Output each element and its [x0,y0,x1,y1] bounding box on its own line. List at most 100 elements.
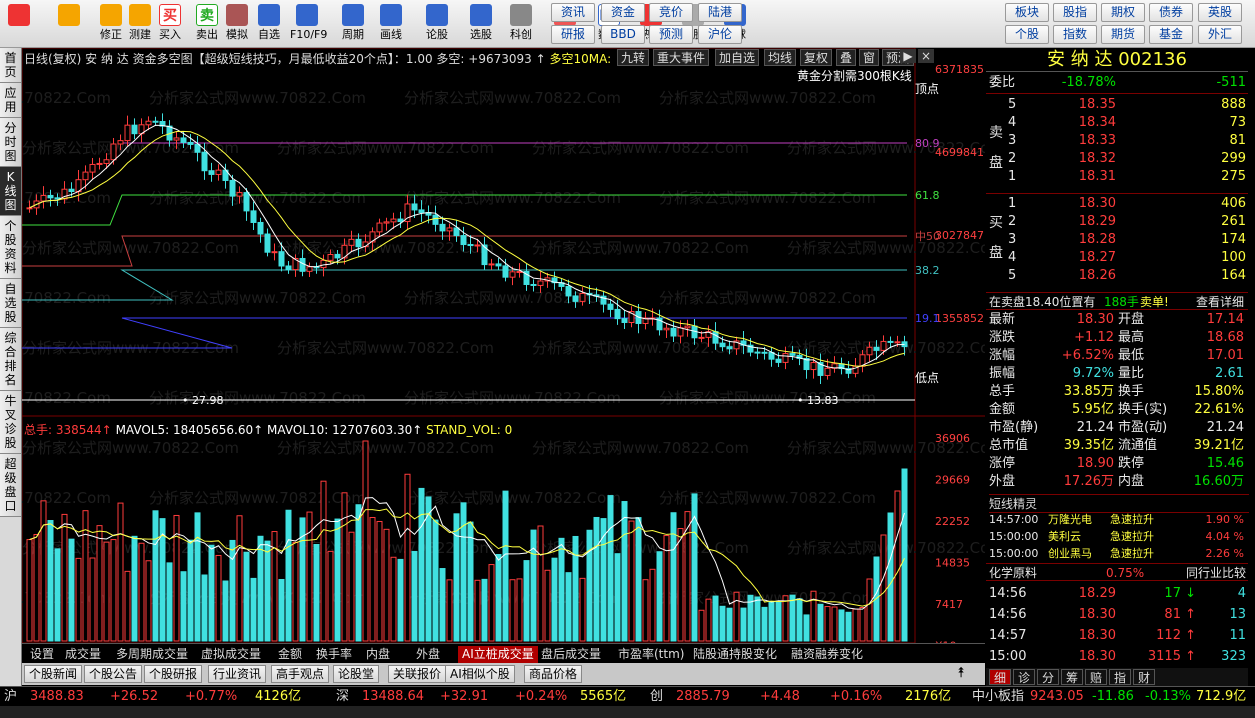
sidebar-item-6[interactable]: 综合排名 [0,328,21,391]
chart-top-button-0[interactable]: 九转 [617,49,650,66]
watermark: 分析家公式网www.70822.Com [404,289,621,307]
zx-change: -11.86 [1092,689,1134,704]
right-bottom-tab-0[interactable]: 细 [989,669,1011,685]
quick-button-5[interactable]: BBD [601,25,645,44]
toolbar-back-arrow-button[interactable] [52,2,86,46]
indicator-tab-4[interactable]: 金额 [274,646,306,663]
vol-total: 总手: 338544↑ [24,423,112,437]
indicator-tab-3[interactable]: 虚拟成交量 [197,646,265,663]
watermark: 分析家公式网www.70822.Com [404,489,621,507]
sidebar-item-5[interactable]: 自选股 [0,279,21,328]
toolbar-grid-button[interactable] [2,2,36,46]
indicator-tab-2[interactable]: 多周期成交量 [112,646,192,663]
indicator-tab-10[interactable]: 市盈率(ttm) [614,646,688,663]
cy-label[interactable]: 创 [650,687,663,706]
tick-vol: 81 ↑ [1164,607,1196,622]
close-icon[interactable]: × [918,49,934,63]
chart-top-button-4[interactable]: 复权 [800,49,833,66]
quick-button-0[interactable]: 资讯 [551,3,595,22]
chart-top-button-6[interactable]: 窗 [859,49,880,66]
chart-top-button-3[interactable]: 均线 [764,49,797,66]
candle-body [887,340,894,343]
toolbar-sell-button[interactable]: 卖卖出 [190,2,224,46]
toolbar-period-button[interactable]: 周期 [336,2,370,46]
right-bottom-tab-1[interactable]: 诊 [1013,669,1035,685]
zx-label[interactable]: 中小板指 [972,687,1024,706]
candle-body [614,308,621,320]
sidebar-item-4[interactable]: 个股资料 [0,216,21,279]
quick-button-8[interactable]: 板块 [1005,3,1049,22]
info-tab-4[interactable]: 高手观点 [271,665,330,683]
quick-button-16[interactable]: 基金 [1149,25,1193,44]
quick-button-14[interactable]: 指数 [1053,25,1097,44]
indicator-tab-12[interactable]: 融资融券变化 [787,646,867,663]
sidebar-item-2[interactable]: 分时图 [0,118,21,167]
info-tab-8[interactable]: 商品价格 [524,665,583,683]
info-tab-5[interactable]: 论股堂 [333,665,380,683]
sidebar-item-3[interactable]: K线图 [0,167,21,216]
sidebar-item-0[interactable]: 首页 [0,48,21,83]
kline-chart-svg[interactable]: 分析家公式网www.70822.Com 分析家公式网www.70822.Com 分析… [22,48,985,643]
right-bottom-tab-5[interactable]: 指 [1109,669,1131,685]
right-bottom-tab-4[interactable]: 赔 [1085,669,1107,685]
quick-button-13[interactable]: 个股 [1005,25,1049,44]
sidebar-item-8[interactable]: 超级盘口 [0,454,21,517]
toolbar-f10-button[interactable]: F10/F9 [290,2,327,46]
quick-button-7[interactable]: 沪伦 [698,25,742,44]
kline-chart-panel[interactable]: 分析家公式网www.70822.Com 分析家公式网www.70822.Com 分析… [22,48,985,643]
info-tab-2[interactable]: 个股研报 [144,665,203,683]
quick-button-17[interactable]: 外汇 [1198,25,1242,44]
quick-button-1[interactable]: 资金 [601,3,645,22]
quick-button-12[interactable]: 英股 [1198,3,1242,22]
quick-button-11[interactable]: 债券 [1149,3,1193,22]
chart-nav-icons: ▶ × [900,49,940,66]
indicator-tab-7[interactable]: 外盘 [412,646,444,663]
info-tab-7[interactable]: AI相似个股 [445,665,515,683]
indicator-tab-9[interactable]: 盘后成交量 [537,646,605,663]
info-tab-1[interactable]: 个股公告 [84,665,143,683]
right-bottom-tab-3[interactable]: 筹 [1061,669,1083,685]
toolbar-gavel-button[interactable]: 模拟 [220,2,254,46]
quick-button-3[interactable]: 陆港 [698,3,742,22]
quick-button-10[interactable]: 期权 [1101,3,1145,22]
quick-button-2[interactable]: 竞价 [649,3,693,22]
toolbar-kc-button[interactable]: 科创 [504,2,538,46]
chart-top-button-1[interactable]: 重大事件 [653,49,710,66]
sell-level: 1 [1008,169,1017,184]
quick-button-4[interactable]: 研报 [551,25,595,44]
sidebar-item-7[interactable]: 牛叉诊股 [0,391,21,454]
volume-bar [278,578,285,642]
toolbar-discuss-button[interactable]: 论股 [420,2,454,46]
right-bottom-tab-6[interactable]: 财 [1133,669,1155,685]
sz-label[interactable]: 深 [336,687,349,706]
toolbar-clock-button[interactable]: 测建 [123,2,157,46]
indicator-tab-11[interactable]: 陆股通持股变化 [689,646,781,663]
sh-label[interactable]: 沪 [4,687,17,706]
indicator-tab-0[interactable]: 设置 [26,646,58,663]
price-axis-label: 6371835 [935,63,984,76]
info-tab-6[interactable]: 关联报价 [388,665,447,683]
toolbar-buy-button[interactable]: 买买入 [153,2,187,46]
candle-body [68,188,75,193]
indicator-tab-5[interactable]: 换手率 [312,646,356,663]
indicator-tab-1[interactable]: 成交量 [61,646,105,663]
toolbar-select-stock-button[interactable]: 选股 [464,2,498,46]
quick-button-6[interactable]: 预测 [649,25,693,44]
candle-body [264,233,271,253]
next-icon[interactable]: ▶ [900,49,916,63]
line [986,93,1248,94]
info-tab-0[interactable]: 个股新闻 [24,665,83,683]
right-bottom-tab-2[interactable]: 分 [1037,669,1059,685]
collapse-icon[interactable]: ⯭ [957,665,965,681]
info-tab-3[interactable]: 行业资讯 [208,665,267,683]
toolbar-star-button[interactable]: 自选 [252,2,286,46]
quick-button-9[interactable]: 股指 [1053,3,1097,22]
toolbar-draw-button[interactable]: 画线 [374,2,408,46]
chart-top-button-5[interactable]: 叠 [836,49,857,66]
quick-button-15[interactable]: 期货 [1101,25,1145,44]
indicator-tab-6[interactable]: 内盘 [362,646,394,663]
chart-top-button-2[interactable]: 加自选 [715,49,760,66]
indicator-tab-8[interactable]: AI立桩成交量 [458,646,538,663]
sidebar-item-1[interactable]: 应用 [0,83,21,118]
sidebar-char: 首 [4,51,17,65]
